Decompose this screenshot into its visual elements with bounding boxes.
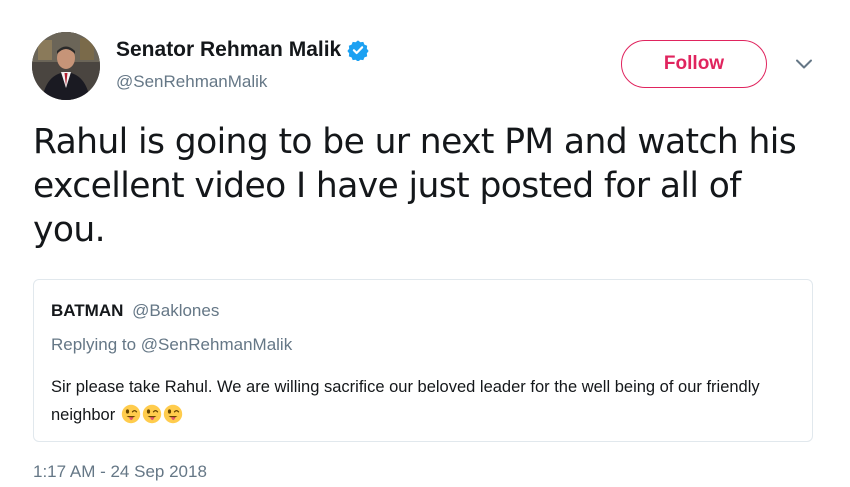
author-handle[interactable]: @SenRehmanMalik <box>116 72 267 92</box>
quoted-author-handle: @Baklones <box>132 301 220 320</box>
winking-face-with-tongue-icon <box>142 404 162 424</box>
tweet-timestamp[interactable]: 1:17 AM - 24 Sep 2018 <box>33 462 207 482</box>
follow-button[interactable]: Follow <box>621 40 767 88</box>
quoted-tweet-header: BATMAN @Baklones <box>51 301 219 321</box>
tweet-header: Senator Rehman Malik @SenRehmanMalik Fol… <box>32 30 822 100</box>
avatar[interactable] <box>32 32 100 100</box>
chevron-down-icon[interactable] <box>795 58 813 70</box>
quoted-author-name: BATMAN <box>51 301 124 320</box>
avatar-image <box>32 32 100 100</box>
winking-face-with-tongue-icon <box>121 404 141 424</box>
emoji-group <box>120 404 183 424</box>
tweet-text: Rahul is going to be ur next PM and watc… <box>33 122 797 250</box>
quoted-tweet-body: Sir please take Rahul. We are willing sa… <box>51 373 801 429</box>
verified-badge-icon <box>347 40 369 61</box>
quoted-tweet[interactable]: BATMAN @Baklones Replying to @SenRehmanM… <box>33 279 813 442</box>
winking-face-with-tongue-icon <box>163 404 183 424</box>
author-name-row: Senator Rehman Malik <box>116 38 369 62</box>
author-display-name[interactable]: Senator Rehman Malik <box>116 38 341 62</box>
replying-to-label: Replying to @SenRehmanMalik <box>51 335 293 354</box>
